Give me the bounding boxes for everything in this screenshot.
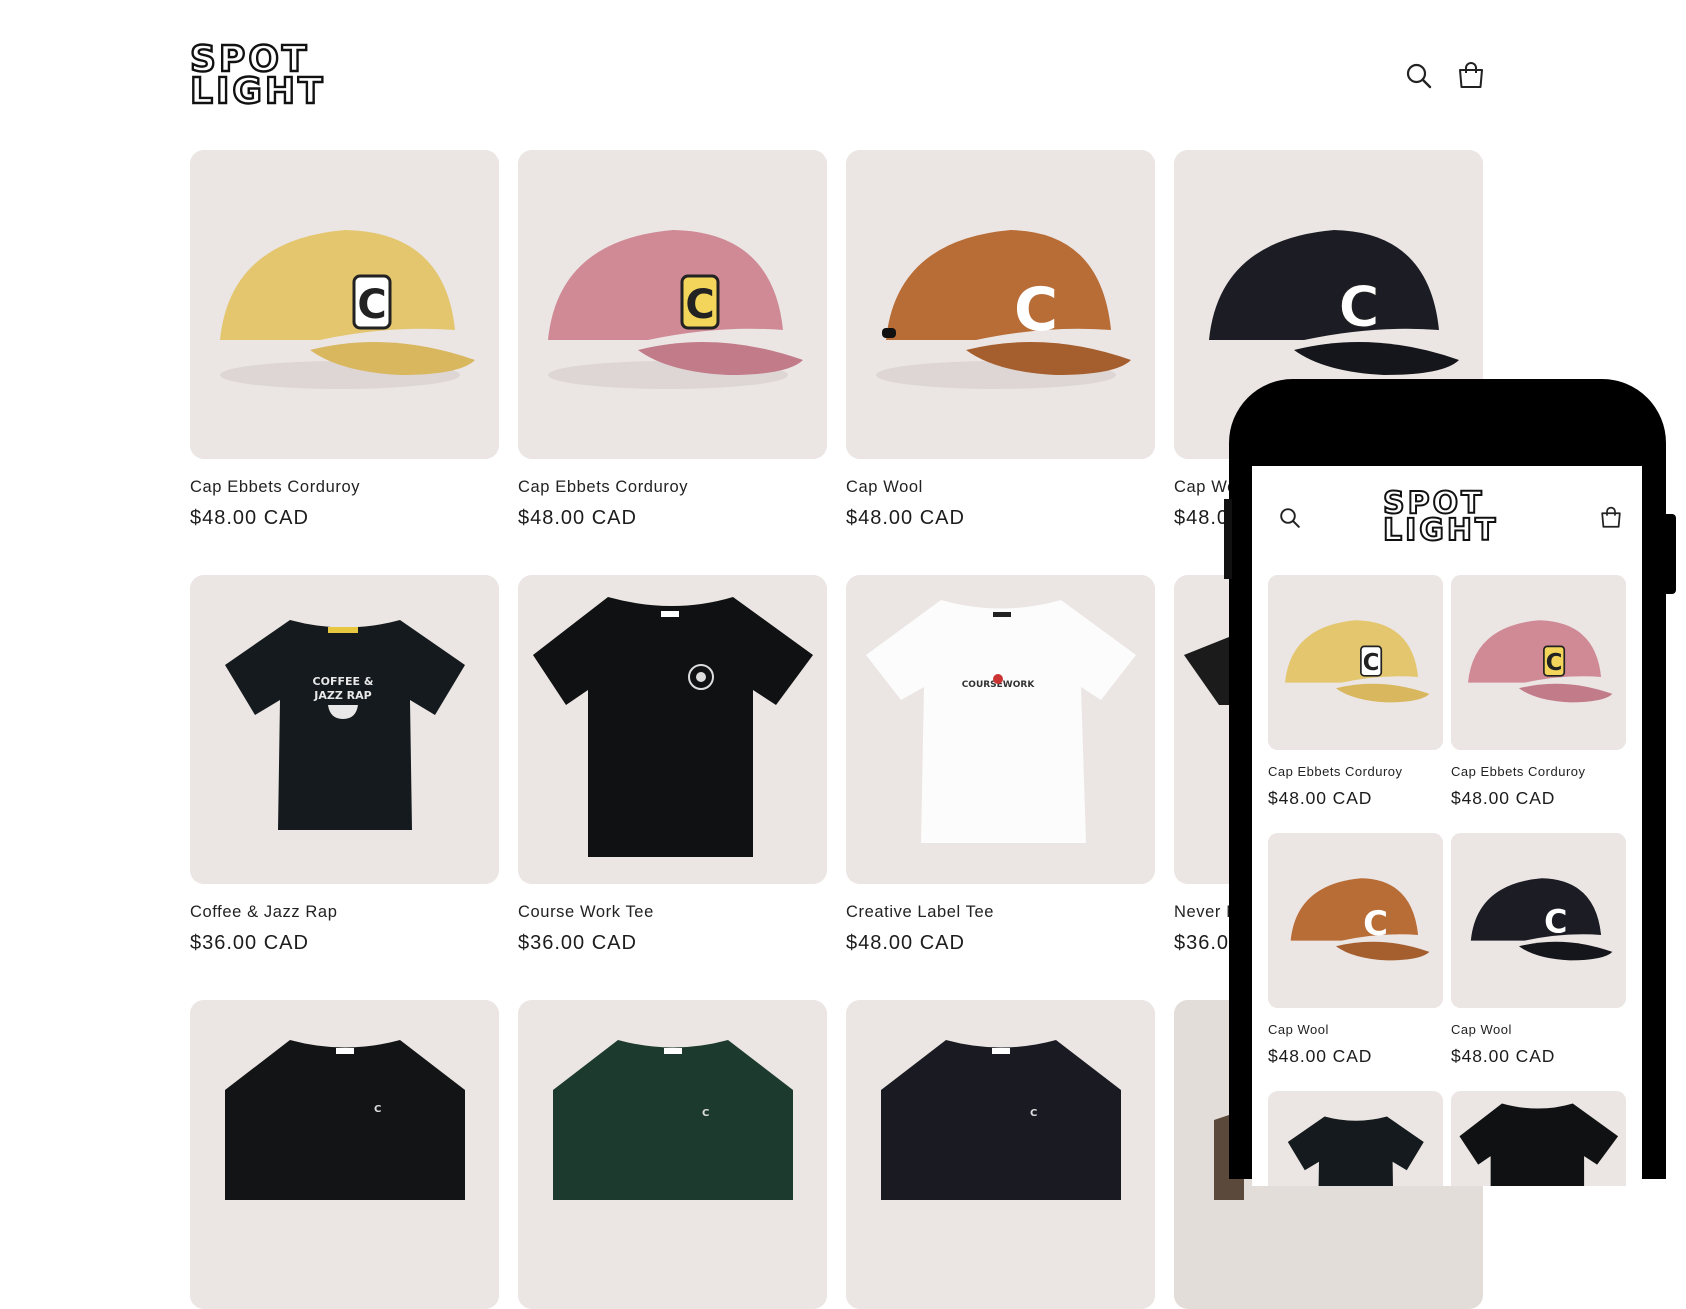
product-price: $48.00 CAD	[1268, 788, 1373, 808]
product-title[interactable]: Cap Wool	[846, 478, 1155, 497]
product-price: $36.00 CAD	[518, 932, 637, 954]
product-price: $48.00 CAD	[190, 507, 309, 529]
product-price: $48.00 CAD	[1268, 1046, 1373, 1066]
product-image[interactable]: C	[1268, 575, 1443, 750]
svg-text:C: C	[1363, 904, 1388, 944]
product-card[interactable]: C Cap Wool $48.00 CAD	[846, 150, 1155, 530]
cart-icon[interactable]	[1456, 61, 1486, 91]
product-title[interactable]: Cap Wool	[1451, 1022, 1626, 1037]
svg-text:C: C	[685, 282, 714, 328]
product-image[interactable]: C	[190, 1000, 499, 1309]
mobile-store-logo[interactable]: SPOT LIGHT	[1382, 488, 1499, 548]
product-card[interactable]: C	[846, 1000, 1155, 1309]
product-card[interactable]: C Cap Ebbets Corduroy $48.00 CAD	[190, 150, 499, 530]
logo-line-2: LIGHT	[189, 71, 326, 113]
product-image[interactable]	[1451, 1091, 1626, 1186]
product-image[interactable]: C	[518, 150, 827, 459]
svg-text:C: C	[1546, 650, 1563, 676]
product-card[interactable]: COFFEE & JAZZ RAP Coffee & Jazz Rap $36.0…	[190, 575, 499, 955]
product-card[interactable]: C	[518, 1000, 827, 1309]
product-image[interactable]: C	[1451, 833, 1626, 1008]
mobile-search-icon[interactable]	[1278, 506, 1302, 530]
product-image[interactable]: C	[190, 150, 499, 459]
product-title[interactable]: Cap Wool	[1268, 1022, 1443, 1037]
product-image[interactable]	[1268, 1091, 1443, 1186]
store-logo[interactable]: SPOT LIGHT	[189, 40, 326, 113]
svg-text:JAZZ RAP: JAZZ RAP	[313, 689, 371, 702]
product-card[interactable]: C Cap Ebbets Corduroy $48.00 CAD	[518, 150, 827, 530]
product-title[interactable]: Cap Ebbets Corduroy	[1451, 764, 1626, 779]
svg-text:C: C	[374, 1104, 381, 1115]
product-price: $36.00 CAD	[190, 932, 309, 954]
logo-line-2: LIGHT	[1382, 513, 1499, 548]
svg-text:C: C	[1338, 275, 1379, 340]
product-title[interactable]: Cap Ebbets Corduroy	[1268, 764, 1443, 779]
mobile-product-card[interactable]: C Cap Ebbets Corduroy $48.00 CAD	[1451, 575, 1626, 809]
product-card[interactable]: COURSEWORK Creative Label Tee $48.00 CAD	[846, 575, 1155, 955]
svg-text:C: C	[702, 1108, 709, 1119]
product-price: $48.00 CAD	[846, 932, 965, 954]
mobile-device-mockup: SPOT LIGHT C Cap Ebbets Corduroy $48.00 …	[1224, 379, 1676, 1186]
svg-text:C: C	[1363, 650, 1380, 676]
mobile-product-card[interactable]: C Cap Wool $48.00 CAD	[1268, 833, 1443, 1067]
product-image[interactable]: COFFEE & JAZZ RAP	[190, 575, 499, 884]
mobile-screen: SPOT LIGHT C Cap Ebbets Corduroy $48.00 …	[1252, 466, 1642, 1186]
product-title[interactable]: Cap Ebbets Corduroy	[190, 478, 499, 497]
product-card[interactable]: Course Work Tee $36.00 CAD	[518, 575, 827, 955]
svg-text:C: C	[357, 282, 386, 328]
mobile-product-card[interactable]	[1451, 1091, 1626, 1186]
svg-text:C: C	[1030, 1108, 1037, 1119]
mobile-product-card[interactable]: C Cap Ebbets Corduroy $48.00 CAD	[1268, 575, 1443, 809]
product-title[interactable]: Cap Ebbets Corduroy	[518, 478, 827, 497]
svg-text:C: C	[1544, 905, 1567, 941]
mobile-product-card[interactable]	[1268, 1091, 1443, 1186]
phone-volume-button	[1224, 499, 1232, 579]
product-image[interactable]: C	[1451, 575, 1626, 750]
mobile-product-card[interactable]: C Cap Wool $48.00 CAD	[1451, 833, 1626, 1067]
product-card[interactable]: C	[190, 1000, 499, 1309]
product-title[interactable]: Creative Label Tee	[846, 903, 1155, 922]
product-price: $48.00 CAD	[846, 507, 965, 529]
phone-side-button	[1666, 514, 1676, 594]
product-image[interactable]	[518, 575, 827, 884]
product-price: $48.00 CAD	[1451, 788, 1556, 808]
product-image[interactable]: C	[846, 1000, 1155, 1309]
product-image[interactable]: C	[846, 150, 1155, 459]
product-price: $48.00 CAD	[518, 507, 637, 529]
product-image[interactable]: COURSEWORK	[846, 575, 1155, 884]
product-image[interactable]: C	[1268, 833, 1443, 1008]
product-price: $48.00 CAD	[1451, 1046, 1556, 1066]
mobile-cart-icon[interactable]	[1599, 506, 1623, 530]
search-icon[interactable]	[1404, 61, 1434, 91]
svg-text:C: C	[1014, 275, 1058, 345]
product-title[interactable]: Coffee & Jazz Rap	[190, 903, 499, 922]
product-image[interactable]: C	[518, 1000, 827, 1309]
svg-text:COFFEE &: COFFEE &	[313, 675, 374, 688]
product-title[interactable]: Course Work Tee	[518, 903, 827, 922]
